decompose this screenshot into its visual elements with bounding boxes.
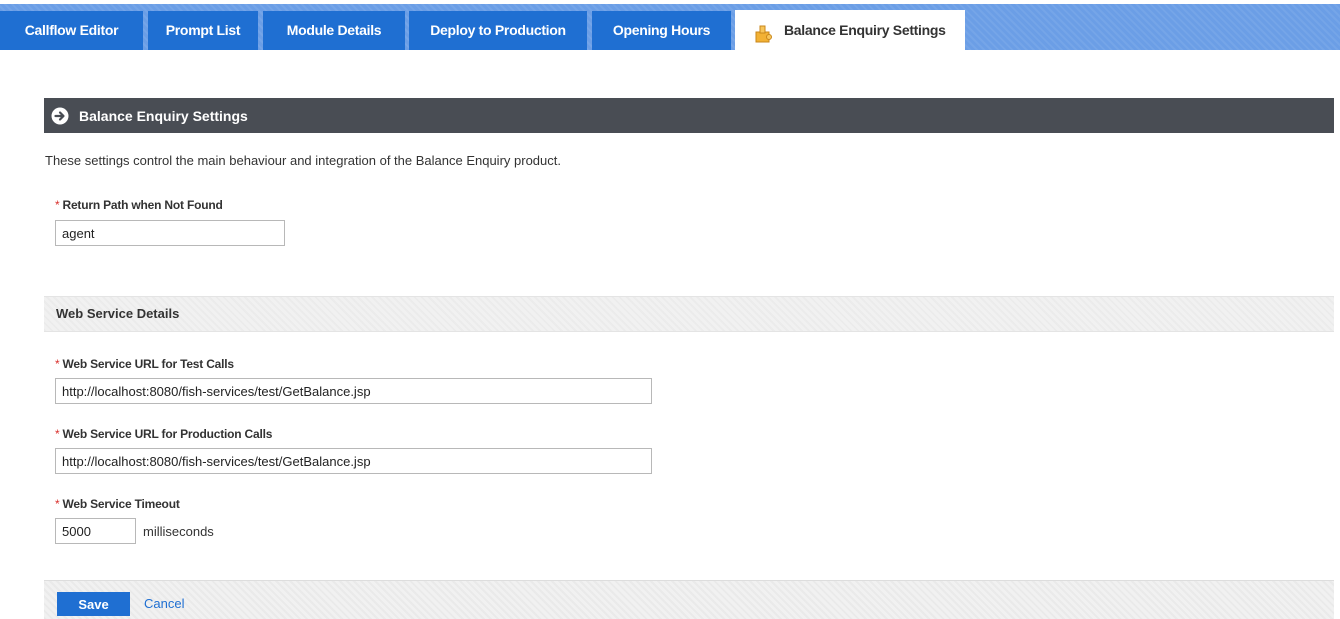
section-title: Web Service Details — [56, 306, 180, 321]
timeout-input[interactable] — [55, 518, 136, 544]
return-path-label: * Return Path when Not Found — [55, 198, 223, 212]
test-url-label: * Web Service URL for Test Calls — [55, 357, 234, 371]
required-marker: * — [55, 357, 60, 371]
save-button[interactable]: Save — [57, 592, 130, 616]
timeout-label-text: Web Service Timeout — [62, 497, 180, 511]
arrow-circle-icon — [51, 107, 69, 125]
prod-url-label: * Web Service URL for Production Calls — [55, 427, 272, 441]
web-service-details-section: Web Service Details — [44, 296, 1334, 332]
required-marker: * — [55, 427, 60, 441]
form-footer: Save Cancel — [44, 580, 1334, 619]
puzzle-icon — [753, 20, 773, 43]
return-path-label-text: Return Path when Not Found — [62, 198, 223, 212]
timeout-unit: milliseconds — [143, 524, 214, 539]
cancel-link[interactable]: Cancel — [144, 596, 184, 611]
tab-label: Balance Enquiry Settings — [784, 21, 946, 38]
prod-url-input[interactable] — [55, 448, 652, 474]
prod-url-label-text: Web Service URL for Production Calls — [62, 427, 273, 441]
test-url-label-text: Web Service URL for Test Calls — [62, 357, 234, 371]
test-url-input[interactable] — [55, 378, 652, 404]
return-path-input[interactable] — [55, 220, 285, 246]
tab-bar: Callflow Editor Prompt List Module Detai… — [0, 4, 1340, 50]
tab-opening-hours[interactable]: Opening Hours — [592, 11, 731, 50]
tab-balance-enquiry-settings[interactable]: Balance Enquiry Settings — [735, 10, 965, 50]
panel-title-bar: Balance Enquiry Settings — [44, 98, 1334, 133]
tab-deploy-to-production[interactable]: Deploy to Production — [409, 11, 587, 50]
tab-callflow-editor[interactable]: Callflow Editor — [0, 11, 143, 50]
tab-module-details[interactable]: Module Details — [263, 11, 405, 50]
timeout-label: * Web Service Timeout — [55, 497, 180, 511]
panel-description: These settings control the main behaviou… — [45, 153, 561, 168]
required-marker: * — [55, 497, 60, 511]
required-marker: * — [55, 198, 60, 212]
panel-title: Balance Enquiry Settings — [79, 107, 248, 124]
tab-prompt-list[interactable]: Prompt List — [148, 11, 258, 50]
